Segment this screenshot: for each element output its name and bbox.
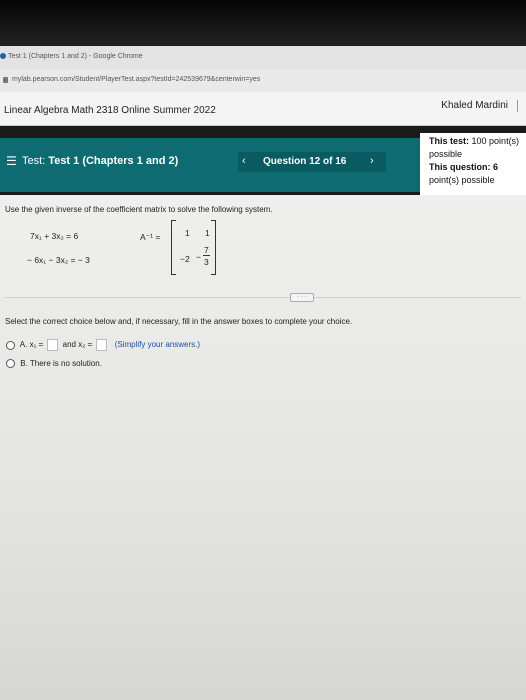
page-header: Linear Algebra Math 2318 Online Summer 2… [0, 92, 526, 126]
fraction-denominator: 3 [204, 257, 209, 267]
fraction-numerator: 7 [204, 245, 209, 255]
x2-answer-box[interactable] [96, 339, 108, 351]
question-points-label: This question: [429, 162, 491, 172]
choice-b-letter: B. [20, 359, 28, 368]
matrix-entry-11: 1 [185, 228, 190, 238]
choice-b-radio[interactable] [6, 359, 15, 369]
test-points-possible: possible [429, 149, 463, 159]
user-name[interactable]: Khaled Mardini [441, 100, 508, 111]
equation-2: − 6x₁ − 3x₂ = − 3 [27, 255, 90, 265]
equation-1: 7x₁ + 3x₂ = 6 [30, 231, 79, 241]
inverse-matrix: 1 1 −2 − 7 3 [171, 220, 216, 275]
more-button[interactable]: · · · [290, 293, 314, 302]
test-bar: ☰ Test: Test 1 (Chapters 1 and 2) ‹ Ques… [0, 138, 420, 192]
section-divider [5, 297, 521, 298]
matrix-right-bracket [211, 220, 216, 275]
window-title: Test 1 (Chapters 1 and 2) - Google Chrom… [8, 53, 143, 60]
matrix-entry-12: 1 [205, 228, 210, 238]
question-points-possible: point(s) possible [429, 175, 495, 185]
test-points-label: This test: [429, 136, 470, 146]
x2-label: and x₂ = [62, 340, 93, 350]
dark-top-area [0, 0, 526, 46]
question-points-value: 6 [493, 162, 499, 172]
question-navigator: ‹ Question 12 of 16 › [238, 152, 386, 172]
x1-answer-box[interactable] [47, 339, 59, 351]
fraction-bar [203, 255, 210, 256]
question-points: This question: 6 [429, 162, 498, 172]
choice-a[interactable]: A. x₁ = and x₂ = (Simplify your answers.… [6, 339, 200, 351]
chrome-icon [0, 53, 6, 59]
score-panel: This test: 100 point(s) possible This qu… [420, 133, 526, 195]
chevron-right-icon[interactable]: › [370, 155, 374, 167]
choice-prompt: Select the correct choice below and, if … [5, 317, 353, 326]
test-title: Test: Test 1 (Chapters 1 and 2) [22, 155, 178, 167]
fraction-sign: − [196, 252, 201, 262]
address-bar[interactable]: mylab.pearson.com/Student/PlayerTest.asp… [0, 70, 526, 92]
test-points: This test: 100 point(s) [429, 136, 519, 146]
course-title: Linear Algebra Math 2318 Online Summer 2… [4, 105, 216, 116]
lock-icon [3, 77, 8, 83]
choice-b[interactable]: B. There is no solution. [6, 359, 102, 369]
browser-title-bar: Test 1 (Chapters 1 and 2) - Google Chrom… [0, 46, 526, 70]
header-divider [517, 100, 518, 112]
question-label[interactable]: Question 12 of 16 [263, 156, 346, 167]
test-points-value: 100 point(s) [471, 136, 520, 146]
choice-a-radio[interactable] [6, 340, 15, 350]
url-text[interactable]: mylab.pearson.com/Student/PlayerTest.asp… [12, 76, 260, 83]
chevron-left-icon[interactable]: ‹ [242, 155, 246, 167]
test-label: Test: [22, 155, 46, 167]
inverse-label: A⁻¹ = [140, 232, 161, 242]
choice-a-letter: A. [19, 340, 28, 350]
choice-b-text: There is no solution. [29, 359, 102, 368]
hamburger-icon[interactable]: ☰ [6, 154, 17, 168]
x1-label: x₁ = [29, 340, 44, 350]
matrix-entry-21: −2 [180, 254, 190, 264]
simplify-hint: (Simplify your answers.) [114, 340, 201, 350]
question-instruction: Use the given inverse of the coefficient… [5, 205, 273, 214]
test-name: Test 1 (Chapters 1 and 2) [48, 155, 179, 167]
question-content: Use the given inverse of the coefficient… [0, 195, 526, 700]
matrix-left-bracket [171, 220, 176, 275]
